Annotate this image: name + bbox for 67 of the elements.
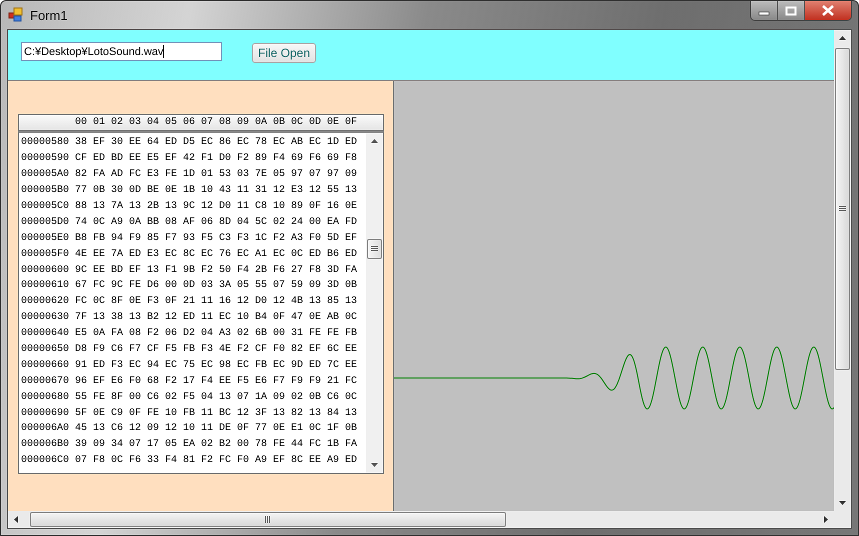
- hex-bytes-cell: 07 F8 0C F6 33 F4 81 F2 FC F0 A9 EF 8C EE A9 ED: [75, 455, 358, 466]
- column-header-labels: 00 01 02 03 04 05 06 07 08 09 0A 0B 0C 0D 0E 0F: [75, 117, 358, 128]
- grip-icon: [839, 206, 846, 212]
- file-path-field[interactable]: C:¥Desktop¥LotoSound.wav: [21, 42, 222, 61]
- scroll-down-icon: [839, 501, 846, 505]
- maximize-icon: [785, 6, 797, 16]
- hex-bytes-cell: 7F 13 38 13 B2 12 ED 11 EC 10 B4 0F 47 0E AB 0C: [75, 312, 358, 324]
- address-cell-text: 000006C0: [21, 455, 70, 466]
- scroll-thumb[interactable]: [30, 512, 506, 527]
- scroll-left-icon: [14, 516, 18, 523]
- hex-bytes-cell: 9C EE BD EF 13 F1 9B F2 50 F4 2B F6 27 F8 3D FA: [75, 264, 358, 276]
- hex-bytes-cell: 55 FE 8F 00 C6 02 F5 04 13 07 1A 09 02 0B C6 0C: [75, 392, 358, 403]
- vertical-scrollbar[interactable]: [834, 30, 851, 511]
- hex-bytes-cell: 74 0C A9 0A BB 08 AF 06 8D 04 5C 02 24 00 EA FD: [75, 216, 358, 228]
- scroll-down-icon: [371, 463, 378, 467]
- window-title: Form1: [30, 8, 68, 22]
- address-cell-text: 00000640: [21, 328, 70, 340]
- hex-bytes-cell: 88 13 7A 13 2B 13 9C 12 D0 11 C8 10 89 0F 16 0E: [75, 201, 358, 212]
- address-cell-text: 00000650: [21, 344, 70, 356]
- close-icon: [821, 5, 835, 16]
- hex-bytes-cell: E5 0A FA 08 F2 06 D2 04 A3 02 6B 00 31 FE FE FB: [75, 328, 358, 340]
- file-open-button[interactable]: File Open: [252, 43, 316, 63]
- address-cell-text: 00000610: [21, 280, 70, 292]
- hex-bytes-cell: 4E EE 7A ED E3 EC 8C EC 76 EC A1 EC 0C ED B6 ED: [75, 248, 358, 260]
- address-cell-text: 00000600: [21, 264, 70, 276]
- hex-bytes-cell: 5F 0E C9 0F FE 10 FB 11 BC 12 3F 13 82 13 84 13: [75, 408, 358, 419]
- hex-bytes-cell: B8 FB 94 F9 85 F7 93 F5 C3 F3 1C F2 A3 F0 5D EF: [75, 232, 358, 244]
- hex-bytes-cell: CF ED BD EE E5 EF 42 F1 D0 F2 89 F4 69 F6 69 F8: [75, 153, 358, 164]
- list-scrollbar[interactable]: [366, 133, 383, 473]
- scroll-up-icon: [371, 139, 378, 143]
- horizontal-scrollbar[interactable]: [8, 511, 834, 528]
- maximize-button[interactable]: [778, 1, 805, 20]
- hex-bytes-cell: 77 0B 30 0D BE 0E 1B 10 43 11 31 12 E3 12 55 13: [75, 185, 358, 196]
- hex-bytes-cell: 67 FC 9C FE D6 00 0D 03 3A 05 55 07 59 09 3D 0B: [75, 280, 358, 292]
- scroll-thumb[interactable]: [835, 48, 850, 370]
- address-cell-text: 00000690: [21, 408, 70, 419]
- grip-icon: [371, 246, 378, 252]
- address-cell-text: 000006B0: [21, 439, 70, 450]
- hex-bytes-cell: D8 F9 C6 F7 CF F5 FB F3 4E F2 CF F0 82 EF 6C EE: [75, 344, 358, 356]
- address-cell-text: 00000670: [21, 376, 70, 387]
- close-button[interactable]: [805, 1, 851, 20]
- address-cell-text: 000005C0: [21, 201, 70, 212]
- scroll-up-icon: [839, 36, 846, 40]
- address-cell-text: 000005A0: [21, 169, 70, 180]
- address-cell-text: 00000590: [21, 153, 70, 164]
- address-cell-text: 000005F0: [21, 248, 70, 260]
- address-cell-text: 00000680: [21, 392, 70, 403]
- hex-bytes-cell: 45 13 C6 12 09 12 10 11 DE 0F 77 0E E1 0C 1F 0B: [75, 423, 358, 434]
- hex-bytes-cell: FC 0C 8F 0E F3 0F 21 11 16 12 D0 12 4B 13 85 13: [75, 296, 358, 308]
- hex-bytes-cell: 82 FA AD FC E3 FE 1D 01 53 03 7E 05 97 07 97 09: [75, 169, 358, 180]
- scroll-right-icon: [824, 516, 828, 523]
- hex-bytes-cell: 91 ED F3 EC 94 EC 75 EC 98 EC FB EC 9D ED 7C EE: [75, 360, 358, 371]
- address-cell-text: 000006A0: [21, 423, 70, 434]
- hex-bytes-cell: 39 09 34 07 17 05 EA 02 B2 00 78 FE 44 FC 1B FA: [75, 439, 358, 450]
- grip-icon: [265, 516, 271, 523]
- app-icon: [8, 7, 24, 23]
- address-cell-text: 00000620: [21, 296, 70, 308]
- minimize-button[interactable]: [751, 1, 778, 20]
- hex-bytes-cell: 38 EF 30 EE 64 ED D5 EC 86 EC 78 EC AB EC 1D ED: [75, 137, 358, 148]
- address-cell-text: 00000630: [21, 312, 70, 324]
- address-cell-text: 00000580: [21, 137, 70, 148]
- address-cell-text: 00000660: [21, 360, 70, 371]
- scroll-thumb[interactable]: [367, 239, 382, 259]
- address-cell-text: 000005D0: [21, 216, 70, 228]
- address-cell-text: 000005B0: [21, 185, 70, 196]
- address-cell-text: 000005E0: [21, 232, 70, 244]
- hex-bytes-cell: 96 EF E6 F0 68 F2 17 F4 EE F5 E6 F7 F9 F9 21 FC: [75, 376, 358, 387]
